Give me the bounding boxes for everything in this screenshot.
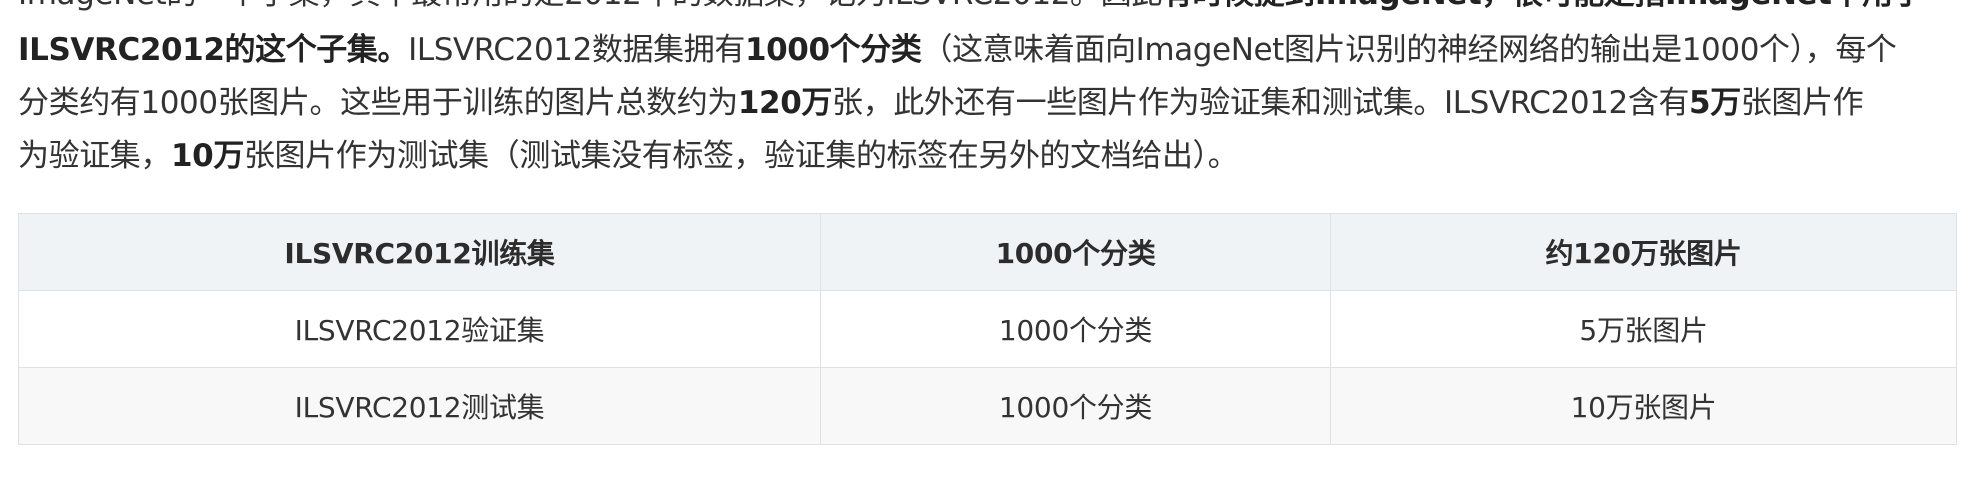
bold-text-run: 5万 [1689, 85, 1741, 121]
table-header: ILSVRC2012训练集 1000个分类 约120万张图片 [18, 213, 1957, 291]
header-cell-dataset: ILSVRC2012训练集 [18, 213, 821, 291]
dataset-table: ILSVRC2012训练集 1000个分类 约120万张图片 ILSVRC201… [18, 213, 1957, 445]
cell-images: 10万张图片 [1330, 367, 1957, 445]
bold-text-run: ILSVRC2012的这个子集。 [18, 32, 409, 68]
header-cell-images: 约120万张图片 [1330, 213, 1957, 291]
paragraph-line: ImageNet的一个子集，其中最常用的是2012年的数据集，记为ILSVRC2… [18, 0, 1924, 20]
table-header-row: ILSVRC2012训练集 1000个分类 约120万张图片 [18, 213, 1957, 291]
text-run: 为验证集， [18, 138, 171, 174]
bold-text-run: 10万 [171, 138, 244, 174]
text-run: ILSVRC2012数据集拥有 [408, 32, 745, 68]
cell-dataset: ILSVRC2012验证集 [18, 290, 821, 368]
cell-dataset: ILSVRC2012测试集 [18, 367, 821, 445]
bold-text-run: 1000个分类 [744, 32, 922, 68]
cell-classes: 1000个分类 [820, 290, 1331, 368]
text-run: （这意味着面向ImageNet图片识别的神经网络的输出是1000个），每个 [921, 32, 1897, 68]
paragraph-line: ILSVRC2012的这个子集。ILSVRC2012数据集拥有1000个分类（这… [18, 24, 1897, 76]
paragraph-line: 分类约有1000张图片。这些用于训练的图片总数约为120万张，此外还有一些图片作… [18, 77, 1864, 129]
bold-text-run: 有时候提到ImageNet，很可能是指ImageNet中用于 [1162, 0, 1924, 12]
text-run: 张图片作为测试集（测试集没有标签，验证集的标签在另外的文档给出）。 [243, 138, 1239, 174]
paragraph-line: 为验证集，10万张图片作为测试集（测试集没有标签，验证集的标签在另外的文档给出）… [18, 130, 1239, 182]
text-run: 张图片作 [1740, 85, 1864, 121]
cell-images: 5万张图片 [1330, 290, 1957, 368]
bold-text-run: 120万 [737, 85, 833, 121]
table-row: ILSVRC2012验证集 1000个分类 5万张图片 [18, 290, 1957, 368]
cell-classes: 1000个分类 [820, 367, 1331, 445]
text-run: 张，此外还有一些图片作为验证集和测试集。ILSVRC2012含有 [832, 85, 1690, 121]
text-run: 分类约有1000张图片。这些用于训练的图片总数约为 [18, 85, 738, 121]
table-body: ILSVRC2012验证集 1000个分类 5万张图片 ILSVRC2012测试… [18, 290, 1957, 445]
article-body: ImageNet的一个子集，其中最常用的是2012年的数据集，记为ILSVRC2… [18, 0, 1960, 195]
text-run: ImageNet的一个子集，其中最常用的是2012年的数据集，记为ILSVRC2… [18, 0, 1162, 12]
table-row: ILSVRC2012测试集 1000个分类 10万张图片 [18, 367, 1957, 445]
header-cell-classes: 1000个分类 [820, 213, 1331, 291]
dataset-paragraph: ImageNet的一个子集，其中最常用的是2012年的数据集，记为ILSVRC2… [18, 0, 1960, 195]
